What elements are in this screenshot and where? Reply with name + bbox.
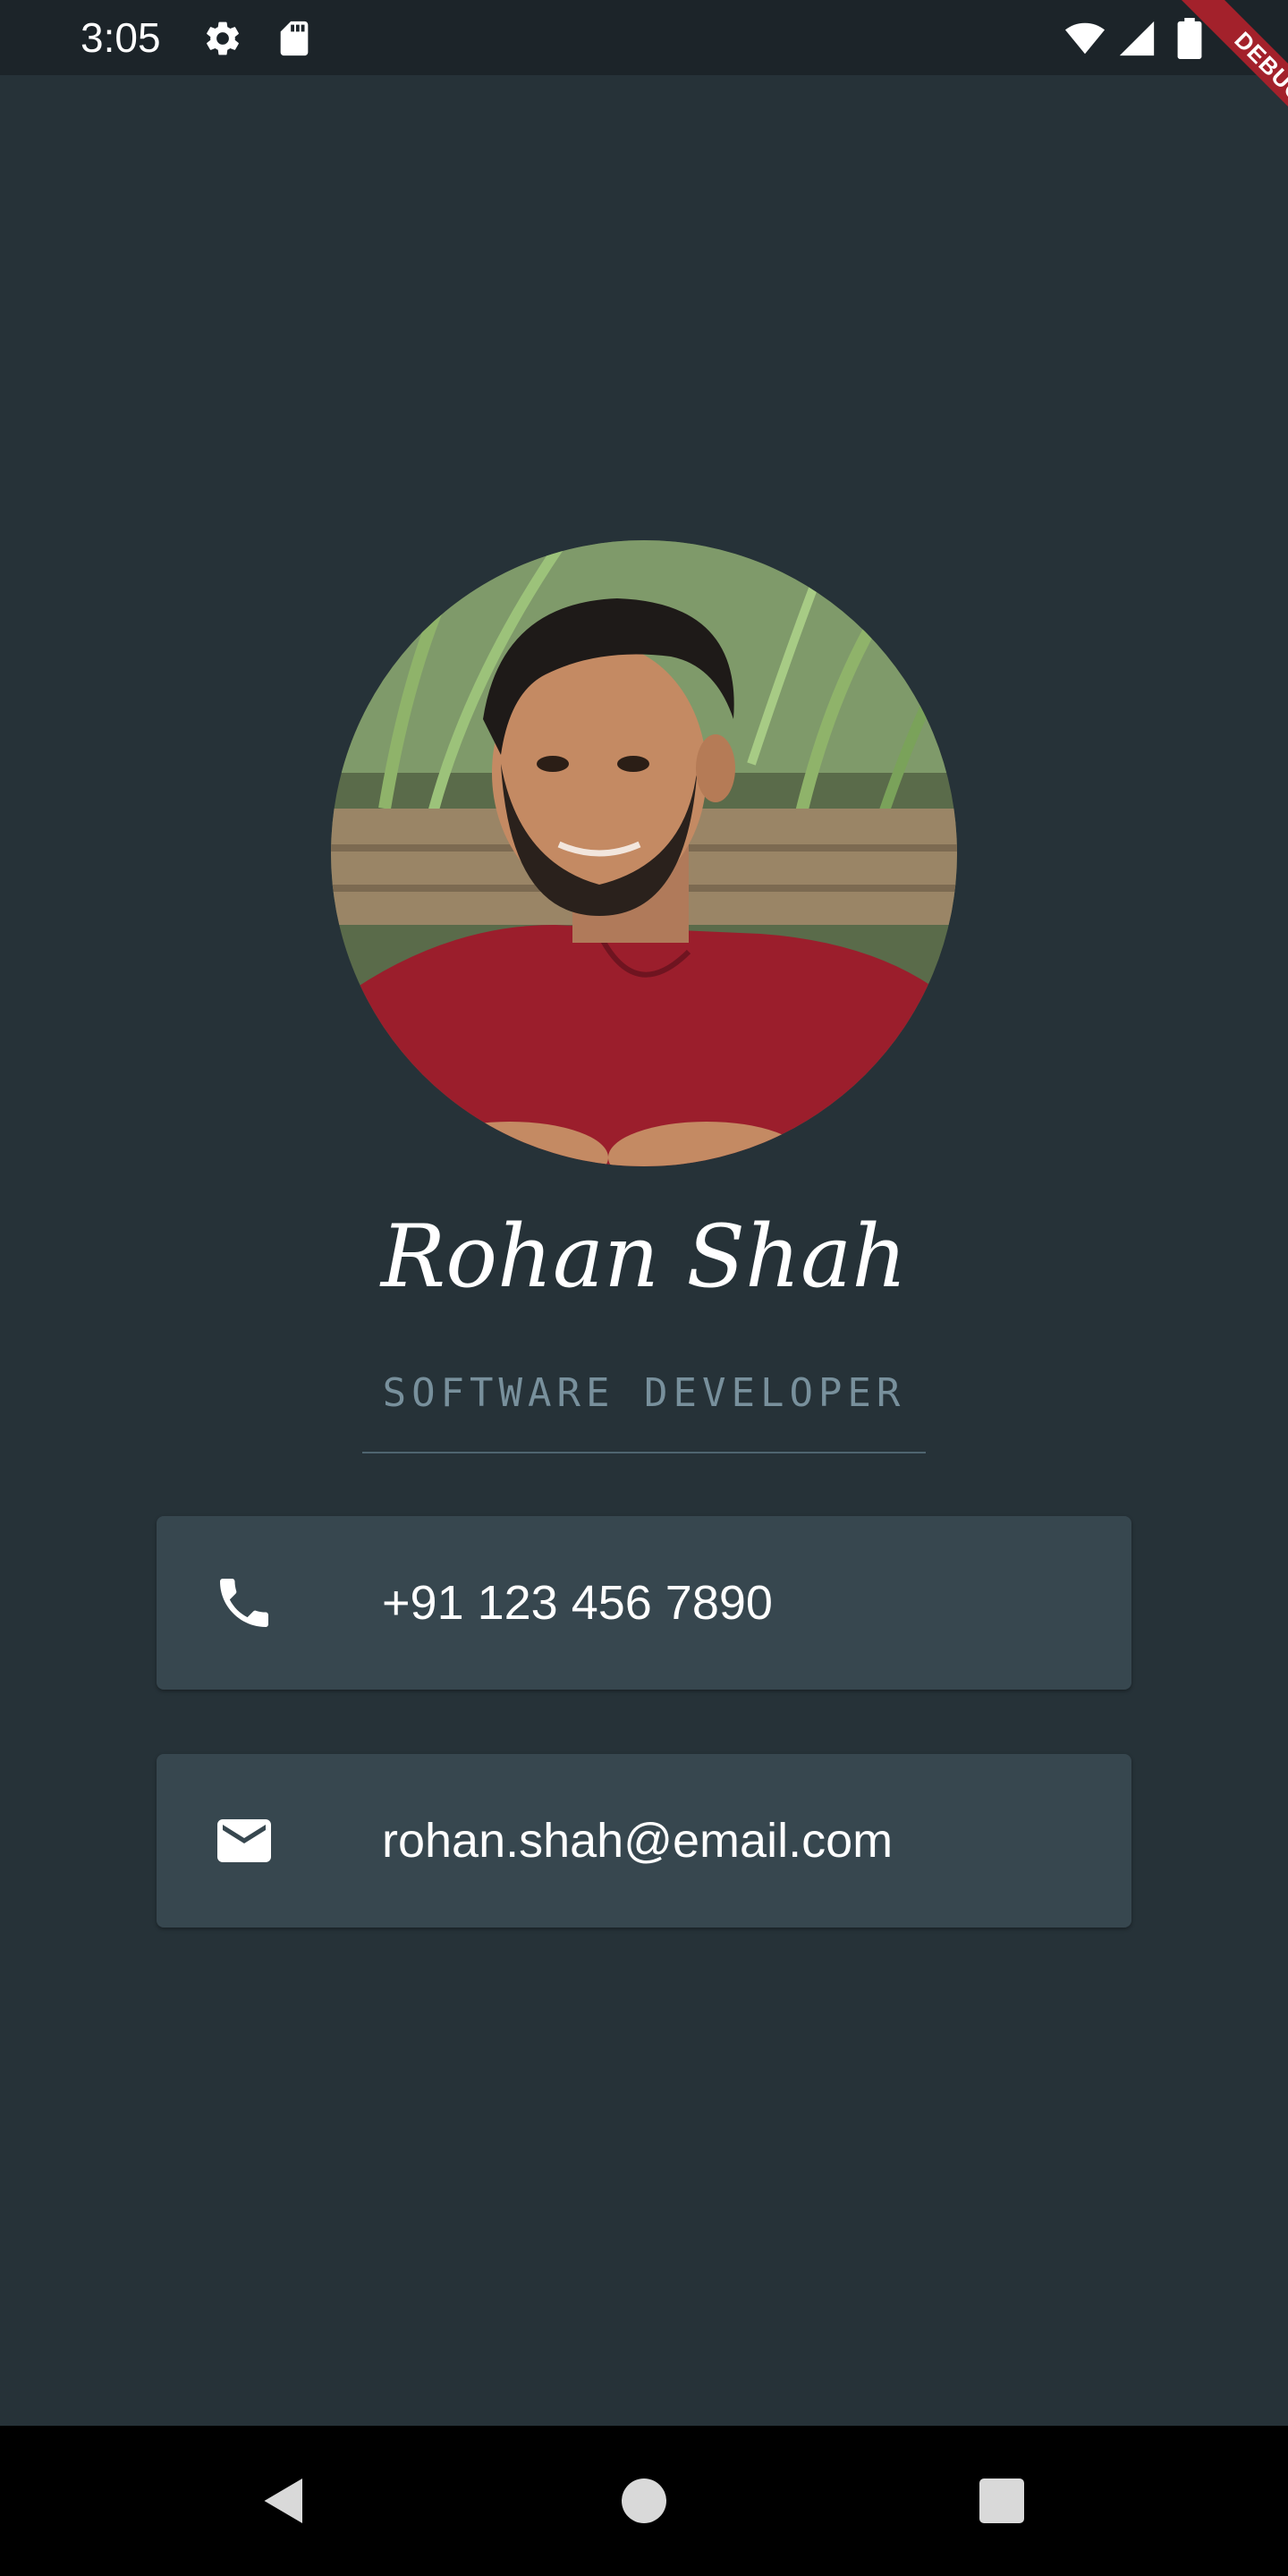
battery-icon: [1172, 18, 1208, 59]
back-icon[interactable]: [258, 2474, 311, 2528]
email-card[interactable]: rohan.shah@email.com: [157, 1754, 1131, 1928]
divider: [362, 1452, 926, 1453]
wifi-icon: [1061, 18, 1109, 59]
status-time: 3:05: [80, 14, 161, 61]
profile-title: SOFTWARE DEVELOPER: [382, 1370, 906, 1416]
nav-bar: [0, 2426, 1288, 2576]
recents-icon[interactable]: [975, 2474, 1029, 2528]
signal-icon: [1116, 18, 1157, 59]
home-icon[interactable]: [617, 2474, 671, 2528]
gear-icon: [202, 18, 243, 59]
phone-number: +91 123 456 7890: [382, 1576, 773, 1630]
profile-avatar: [331, 540, 957, 1166]
email-address: rohan.shah@email.com: [382, 1814, 894, 1868]
phone-icon: [212, 1571, 276, 1635]
sd-card-icon: [274, 18, 315, 59]
phone-card[interactable]: +91 123 456 7890: [157, 1516, 1131, 1690]
profile-name: Rohan Shah: [380, 1207, 908, 1307]
mail-icon: [212, 1809, 276, 1873]
status-bar: 3:05: [0, 0, 1288, 75]
